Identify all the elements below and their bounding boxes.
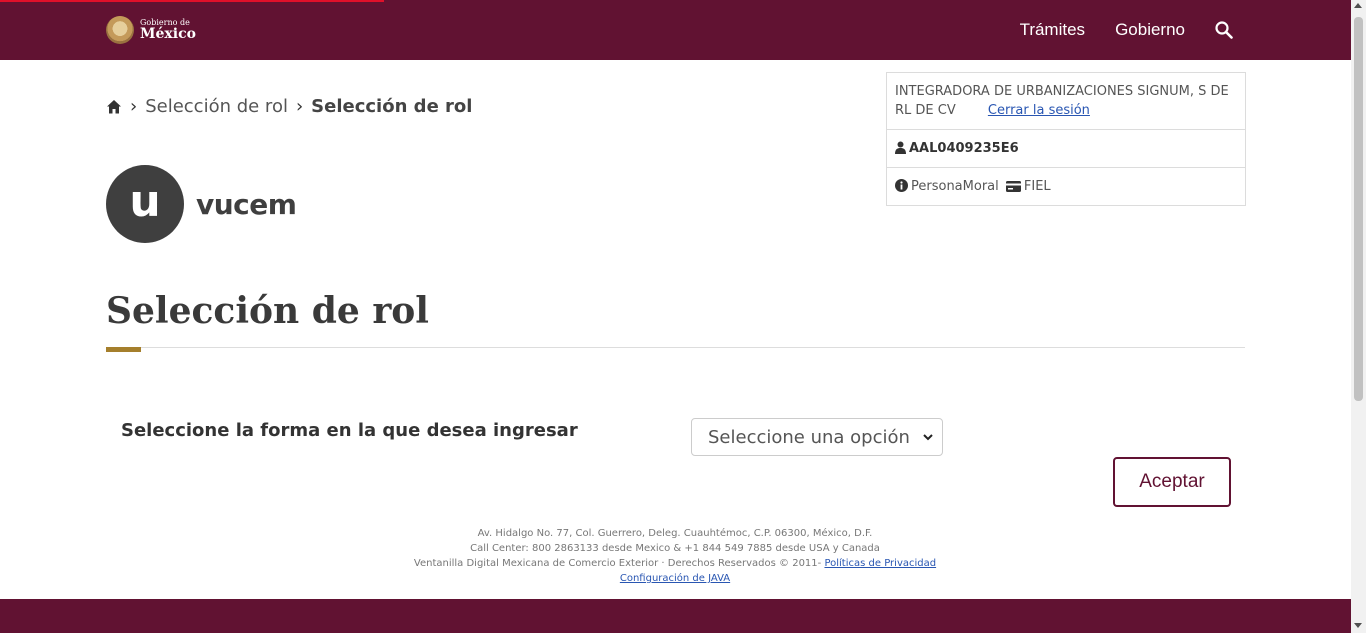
- chevron-right-icon: ›: [130, 96, 138, 117]
- auth-type: FIEL: [1023, 179, 1051, 194]
- session-company-row: INTEGRADORA DE URBANIZACIONES SIGNUM, S …: [887, 73, 1245, 130]
- accept-button[interactable]: Aceptar: [1113, 457, 1231, 507]
- title-divider: [106, 347, 1245, 348]
- title-accent-bar: [106, 347, 141, 352]
- vucem-logo-text: vucem: [196, 187, 297, 221]
- top-navbar: Gobierno de México Trámites Gobierno: [0, 0, 1351, 60]
- mexico-seal-icon: [106, 16, 134, 44]
- nav-tramites[interactable]: Trámites: [1020, 20, 1086, 40]
- person-type: PersonaMoral: [911, 179, 999, 194]
- scroll-up-icon[interactable]: [1354, 3, 1362, 8]
- search-icon[interactable]: [1215, 21, 1233, 39]
- footer-rights: Ventanilla Digital Mexicana de Comercio …: [413, 558, 822, 569]
- logout-link[interactable]: Cerrar la sesión: [988, 103, 1090, 118]
- info-icon: [895, 179, 908, 192]
- footer-java-line: Configuración de JAVA: [370, 571, 980, 586]
- footer-rights-line: Ventanilla Digital Mexicana de Comercio …: [370, 556, 980, 571]
- logo-big-text: México: [140, 26, 196, 42]
- page-scrollbar[interactable]: [1351, 0, 1366, 633]
- role-select-label: Seleccione la forma en la que desea ingr…: [121, 420, 578, 441]
- breadcrumb: › Selección de rol › Selección de rol: [106, 96, 472, 117]
- vucem-logo-mark: u: [106, 165, 184, 243]
- page-title: Selección de rol: [106, 290, 429, 332]
- breadcrumb-current: Selección de rol: [311, 96, 473, 117]
- role-select-value: Seleccione una opción: [708, 426, 910, 448]
- footer-address: Av. Hidalgo No. 77, Col. Guerrero, Deleg…: [477, 528, 873, 539]
- credit-card-icon: [1005, 181, 1021, 192]
- breadcrumb-item[interactable]: Selección de rol: [145, 96, 288, 117]
- chevron-down-icon: [923, 434, 933, 441]
- main-nav: Trámites Gobierno: [1020, 20, 1233, 40]
- user-icon: [895, 141, 906, 154]
- nav-gobierno[interactable]: Gobierno: [1115, 20, 1185, 40]
- vucem-logo: u vucem: [106, 165, 297, 243]
- home-icon[interactable]: [106, 99, 122, 115]
- role-select[interactable]: Seleccione una opción: [691, 418, 943, 456]
- chevron-right-icon: ›: [295, 96, 304, 117]
- session-type-row: PersonaMoral FIEL: [887, 168, 1245, 205]
- session-panel: INTEGRADORA DE URBANIZACIONES SIGNUM, S …: [886, 72, 1246, 206]
- gobierno-logo[interactable]: Gobierno de México: [106, 15, 196, 45]
- bottom-footer-bar: [0, 599, 1351, 633]
- scrollbar-thumb[interactable]: [1354, 17, 1363, 401]
- scroll-down-icon[interactable]: [1354, 623, 1362, 628]
- privacy-policy-link[interactable]: Políticas de Privacidad: [824, 558, 936, 569]
- rfc-value: AAL0409235E6: [909, 141, 1019, 156]
- loading-progress-bar: [0, 0, 384, 2]
- java-config-link[interactable]: Configuración de JAVA: [620, 573, 730, 584]
- session-rfc-row: AAL0409235E6: [887, 130, 1245, 168]
- footer-call-center: Call Center: 800 2863133 desde Mexico & …: [470, 543, 880, 554]
- footer-info: Av. Hidalgo No. 77, Col. Guerrero, Deleg…: [370, 526, 980, 586]
